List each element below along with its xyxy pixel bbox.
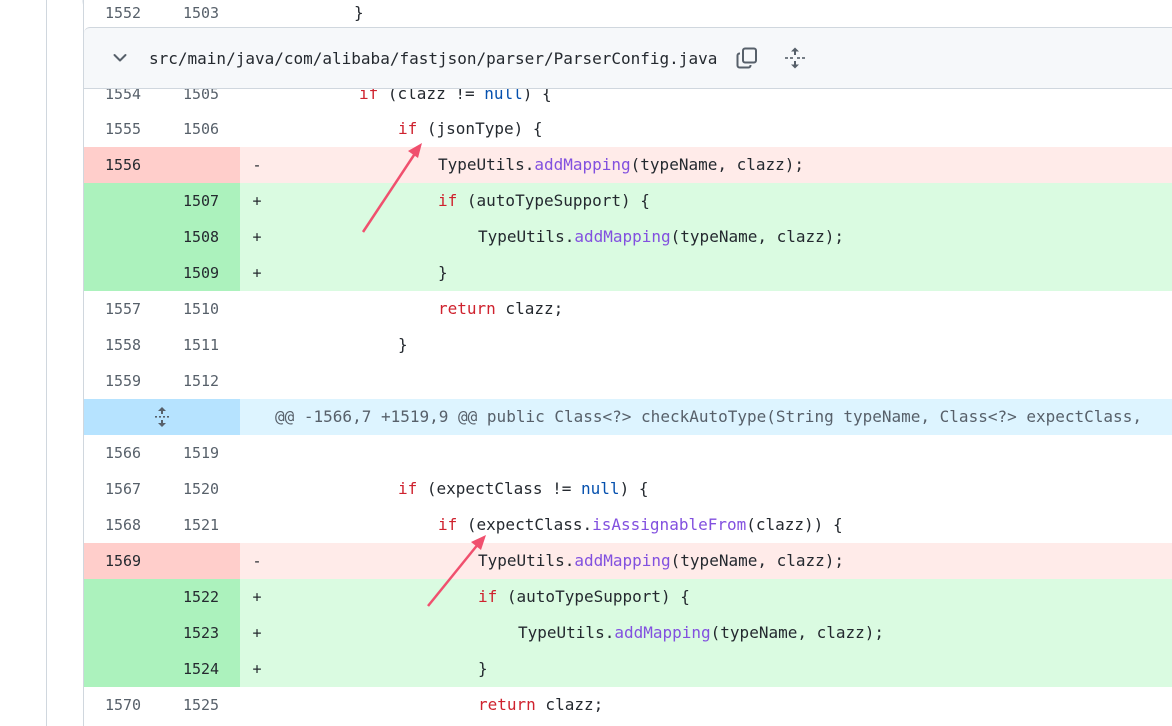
copy-path-button[interactable] (733, 44, 761, 72)
code-line: return clazz; (438, 299, 564, 318)
expand-all-button[interactable] (781, 44, 809, 72)
code-line: TypeUtils.addMapping(typeName, clazz); (478, 227, 845, 246)
diff-row: 1558 1511 } (84, 327, 1172, 363)
new-line-number (162, 543, 240, 579)
diff-row-addition: 1509 + } (84, 255, 1172, 291)
diff-sign: - (252, 552, 262, 570)
expand-hunk-button[interactable] (84, 399, 240, 435)
code-line: if (autoTypeSupport) { (478, 587, 690, 606)
old-line-number: 1568 (104, 516, 142, 534)
hunk-header-text: @@ -1566,7 +1519,9 @@ public Class<?> ch… (275, 407, 1142, 426)
old-line-number (84, 651, 162, 687)
old-line-number (84, 579, 162, 615)
new-line-number: 1524 (162, 651, 240, 687)
diff-sign (240, 507, 274, 543)
diff-row: 1559 1512 (84, 363, 1172, 399)
old-line-number: 1555 (104, 120, 142, 138)
diff-row-addition: 1507 + if (autoTypeSupport) { (84, 183, 1172, 219)
old-line-number: 1569 (84, 543, 162, 579)
code-line: } (398, 335, 408, 354)
new-line-number (162, 147, 240, 183)
chevron-down-icon (113, 54, 127, 62)
diff-sign (240, 291, 274, 327)
code-line: return clazz; (478, 695, 604, 714)
diff-sign: + (252, 192, 262, 210)
code-line: TypeUtils.addMapping(typeName, clazz); (438, 155, 805, 174)
code-line: if (expectClass.isAssignableFrom(clazz))… (438, 515, 843, 534)
old-line-number (84, 615, 162, 651)
code-line: TypeUtils.addMapping(typeName, clazz); (518, 623, 885, 642)
new-line-number: 1522 (162, 579, 240, 615)
new-line-number: 1521 (182, 516, 220, 534)
new-line-number: 1507 (162, 183, 240, 219)
diff-sign: + (252, 624, 262, 642)
diff-row-addition: 1523 + TypeUtils.addMapping(typeName, cl… (84, 615, 1172, 651)
code-line: } (478, 659, 488, 678)
diff-sign (240, 687, 274, 723)
old-line-number (84, 183, 162, 219)
diff-sign: + (252, 228, 262, 246)
diff-sign (240, 471, 274, 507)
diff-row-deletion: 1569 - TypeUtils.addMapping(typeName, cl… (84, 543, 1172, 579)
old-line-number: 1558 (104, 336, 142, 354)
new-line-number: 1519 (182, 444, 220, 462)
diff-sign: + (252, 660, 262, 678)
diff-row: 1567 1520 if (expectClass != null) { (84, 471, 1172, 507)
code-line: if (expectClass != null) { (398, 479, 649, 498)
code-line: if (jsonType) { (398, 119, 543, 138)
code-line: } (438, 263, 448, 282)
new-line-number: 1525 (182, 696, 220, 714)
code-line: TypeUtils.addMapping(typeName, clazz); (478, 551, 845, 570)
new-line-number: 1523 (162, 615, 240, 651)
diff-row-addition: 1508 + TypeUtils.addMapping(typeName, cl… (84, 219, 1172, 255)
old-line-number (84, 219, 162, 255)
new-line-number: 1508 (162, 219, 240, 255)
diff-row-addition: 1524 + } (84, 651, 1172, 687)
old-line-number: 1570 (104, 696, 142, 714)
diff-sign (240, 435, 274, 471)
diff-sign: + (252, 588, 262, 606)
diff-row: 1568 1521 if (expectClass.isAssignableFr… (84, 507, 1172, 543)
old-line-number: 1557 (104, 300, 142, 318)
old-line-number: 1556 (84, 147, 162, 183)
diff-panel: 1552 1503 } 1554 1505 if (clazz != null)… (83, 0, 1172, 726)
diff-row: 1555 1506 if (jsonType) { (84, 111, 1172, 147)
hunk-header-row: @@ -1566,7 +1519,9 @@ public Class<?> ch… (84, 399, 1172, 435)
new-line-number: 1506 (182, 120, 220, 138)
diff-sign (240, 111, 274, 147)
diff-sign: - (252, 156, 262, 174)
diff-row: 1570 1525 return clazz; (84, 687, 1172, 723)
unfold-icon (785, 47, 806, 69)
copy-icon (736, 47, 758, 69)
diff-row: 1557 1510 return clazz; (84, 291, 1172, 327)
diff-sign (240, 363, 274, 399)
old-line-number: 1567 (104, 480, 142, 498)
diff-row: 1566 1519 (84, 435, 1172, 471)
diff-row-addition: 1522 + if (autoTypeSupport) { (84, 579, 1172, 615)
file-path[interactable]: src/main/java/com/alibaba/fastjson/parse… (149, 49, 717, 68)
new-line-number: 1520 (182, 480, 220, 498)
new-line-number: 1510 (182, 300, 220, 318)
diff-sign (240, 327, 274, 363)
collapse-file-button[interactable] (111, 49, 129, 67)
new-line-number: 1509 (162, 255, 240, 291)
diff-row-deletion: 1556 - TypeUtils.addMapping(typeName, cl… (84, 147, 1172, 183)
diff-sign: + (252, 264, 262, 282)
old-line-number (84, 255, 162, 291)
old-line-number: 1559 (104, 372, 142, 390)
new-line-number: 1511 (182, 336, 220, 354)
file-header: src/main/java/com/alibaba/fastjson/parse… (84, 27, 1172, 89)
old-line-number: 1566 (104, 444, 142, 462)
code-line: if (autoTypeSupport) { (438, 191, 650, 210)
new-line-number: 1512 (182, 372, 220, 390)
left-sidebar-rail (0, 0, 47, 726)
unfold-icon (155, 407, 169, 427)
